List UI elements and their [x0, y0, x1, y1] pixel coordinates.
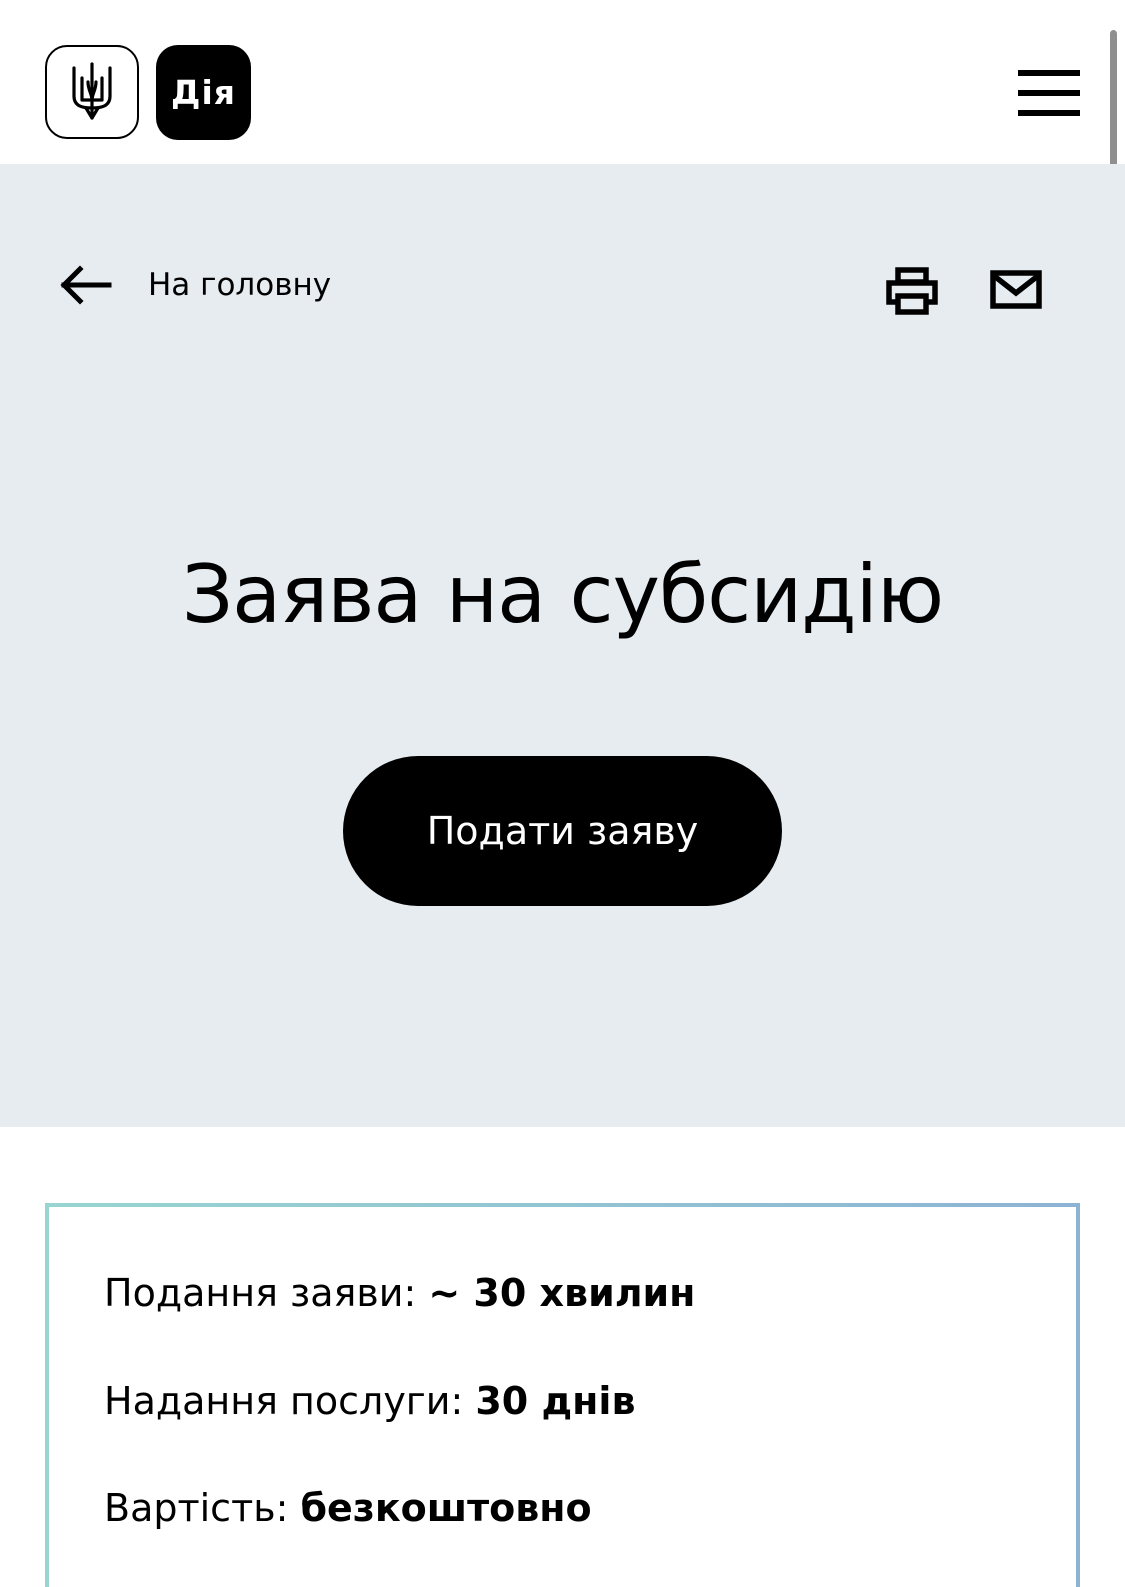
site-header: Дія — [0, 0, 1125, 164]
info-value: ~ 30 хвилин — [428, 1271, 696, 1315]
arrow-left-icon — [60, 265, 112, 305]
back-link-label: На головну — [148, 267, 332, 303]
info-value: безкоштовно — [300, 1486, 592, 1530]
menu-line — [1018, 90, 1080, 96]
printer-icon — [886, 267, 938, 315]
diia-logo[interactable]: Дія — [156, 45, 251, 140]
envelope-icon — [990, 270, 1042, 309]
info-row-service-time: Надання послуги: 30 днів — [104, 1379, 636, 1423]
hamburger-menu-icon[interactable] — [1018, 68, 1080, 116]
info-value: 30 днів — [475, 1379, 636, 1423]
service-info-card: Подання заяви: ~ 30 хвилин Надання послу… — [45, 1203, 1080, 1587]
menu-line — [1018, 110, 1080, 116]
email-button[interactable] — [990, 270, 1042, 310]
diia-logo-text: Дія — [171, 73, 236, 112]
hero-section — [0, 164, 1125, 1127]
page: Дія На головну Заява на субсидію Подати … — [0, 0, 1125, 1587]
apply-button[interactable]: Подати заяву — [343, 756, 782, 906]
info-label: Надання послуги: — [104, 1379, 476, 1423]
trident-icon — [72, 62, 112, 120]
back-to-home-link[interactable]: На головну — [60, 262, 331, 308]
emblem-logo[interactable] — [45, 45, 139, 139]
info-row-cost: Вартість: безкоштовно — [104, 1486, 592, 1530]
page-title: Заява на субсидію — [181, 548, 944, 641]
info-row-submission-time: Подання заяви: ~ 30 хвилин — [104, 1271, 695, 1315]
info-label: Подання заяви: — [104, 1271, 429, 1315]
menu-line — [1018, 70, 1080, 76]
info-label: Вартість: — [104, 1486, 301, 1530]
print-button[interactable] — [886, 266, 938, 316]
